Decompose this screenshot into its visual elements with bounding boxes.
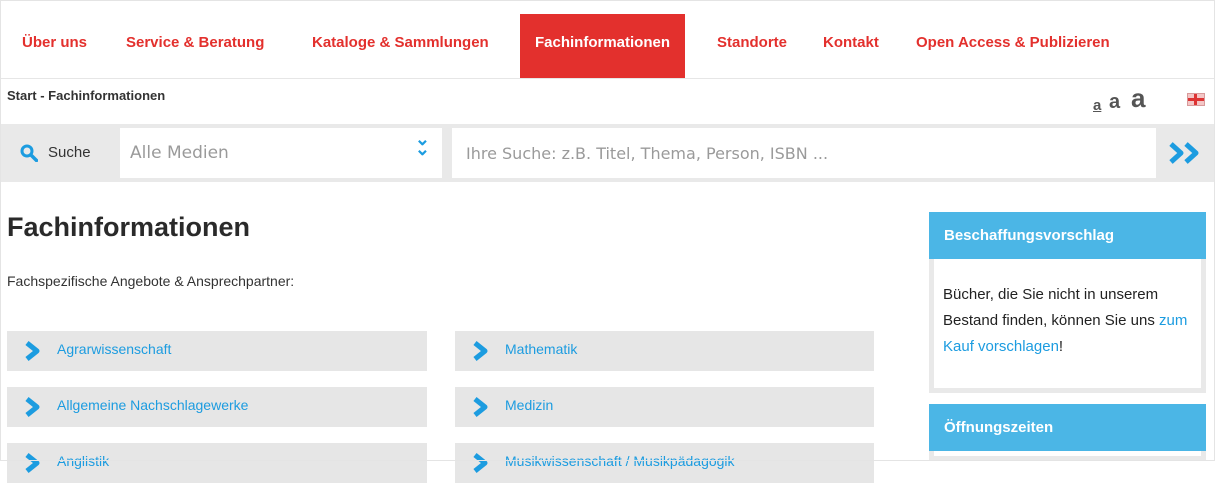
font-size-small-button[interactable]: a (1093, 97, 1101, 114)
search-input[interactable] (452, 128, 1156, 178)
nav-item-ueber-uns[interactable]: Über uns (22, 14, 87, 78)
chevron-right-icon (473, 341, 488, 361)
subject-item-agrarwissenschaft[interactable]: Agrarwissenschaft (7, 331, 427, 371)
subject-label: Agrarwissenschaft (57, 341, 172, 357)
nav-item-kontakt[interactable]: Kontakt (823, 14, 879, 78)
subject-label: Musikwissenschaft / Musikpädagogik (505, 453, 735, 469)
search-bar: Suche Alle Medien ⌄ ⌄ (0, 124, 1215, 182)
main-navigation: Über uns Service & Beratung Kataloge & S… (0, 0, 1215, 79)
oeffnungszeiten-header: Öffnungszeiten (929, 404, 1206, 451)
subject-label: Anglistik (57, 453, 110, 469)
subject-item-anglistik[interactable]: Anglistik (7, 443, 427, 483)
search-label: Suche (48, 144, 91, 161)
media-type-select[interactable]: Alle Medien ⌄ ⌄ (120, 128, 442, 178)
search-icon[interactable] (20, 144, 38, 162)
font-size-large-button[interactable]: a (1131, 83, 1145, 114)
subject-item-mathematik[interactable]: Mathematik (455, 331, 874, 371)
chevron-right-icon (25, 341, 40, 361)
nav-item-fachinformationen[interactable]: Fachinformationen (520, 14, 686, 78)
box-text-before: Bücher, die Sie nicht in unserem Bestand… (943, 286, 1159, 329)
nav-item-service-beratung[interactable]: Service & Beratung (126, 14, 264, 78)
subject-item-musikwissenschaft[interactable]: Musikwissenschaft / Musikpädagogik (455, 443, 874, 483)
search-submit-icon[interactable] (1168, 140, 1204, 166)
subject-item-medizin[interactable]: Medizin (455, 387, 874, 427)
font-size-controls: a a a (1093, 80, 1153, 114)
chevron-right-icon (25, 397, 40, 417)
chevron-double-down-icon: ⌄ ⌄ (414, 129, 430, 159)
breadcrumb[interactable]: Start - Fachinformationen (7, 88, 165, 103)
chevron-right-icon (473, 453, 488, 473)
subject-label: Allgemeine Nachschlagewerke (57, 397, 249, 413)
box-text-after: ! (1058, 338, 1064, 355)
subject-item-nachschlagewerke[interactable]: Allgemeine Nachschlagewerke (7, 387, 427, 427)
beschaffungsvorschlag-text: Bücher, die Sie nicht in unserem Bestand… (943, 282, 1193, 360)
beschaffungsvorschlag-header: Beschaffungsvorschlag (929, 212, 1206, 259)
font-size-medium-button[interactable]: a (1109, 91, 1120, 114)
page-title: Fachinformationen (7, 212, 251, 242)
chevron-right-icon (25, 453, 40, 473)
media-type-value: Alle Medien (130, 143, 229, 163)
intro-text: Fachspezifische Angebote & Ansprechpartn… (7, 273, 295, 289)
nav-item-open-access[interactable]: Open Access & Publizieren (916, 14, 1110, 78)
subject-label: Medizin (505, 397, 554, 413)
uk-flag-icon[interactable] (1187, 93, 1205, 106)
chevron-right-icon (473, 397, 488, 417)
nav-item-standorte[interactable]: Standorte (717, 14, 787, 78)
nav-item-kataloge-sammlungen[interactable]: Kataloge & Sammlungen (312, 14, 489, 78)
subject-label: Mathematik (505, 341, 578, 357)
oeffnungszeiten-box (929, 451, 1206, 461)
